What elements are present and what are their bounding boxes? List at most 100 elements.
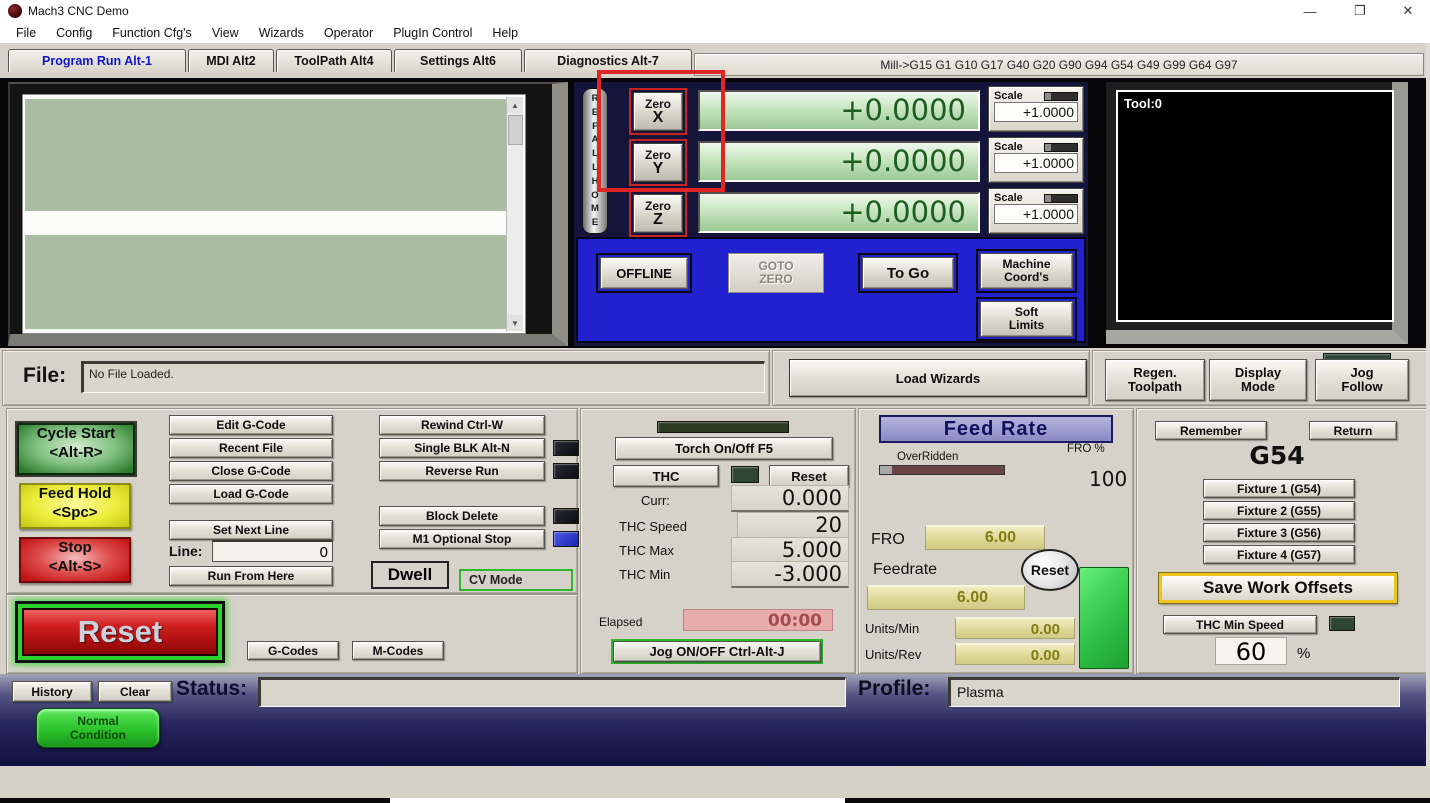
scale-x-bar bbox=[1044, 92, 1078, 101]
fixture-4-button[interactable]: Fixture 4 (G57) bbox=[1203, 545, 1355, 564]
current-fixture-value: G54 bbox=[1249, 441, 1305, 470]
fro-reset-button[interactable]: Reset bbox=[1021, 549, 1079, 591]
file-name-field[interactable]: No File Loaded. bbox=[81, 361, 765, 393]
reverse-run-button[interactable]: Reverse Run bbox=[379, 461, 545, 481]
jog-follow-button[interactable]: Jog Follow bbox=[1315, 359, 1409, 401]
bottom-strip bbox=[0, 766, 1430, 803]
single-blk-button[interactable]: Single BLK Alt-N bbox=[379, 438, 545, 458]
dro-x-value[interactable]: +0.0000 bbox=[698, 90, 980, 131]
menu-view[interactable]: View bbox=[202, 26, 249, 40]
scroll-thumb[interactable] bbox=[508, 115, 523, 145]
thc-min-speed-value[interactable]: 60 bbox=[1215, 637, 1287, 666]
remember-button[interactable]: Remember bbox=[1155, 421, 1267, 440]
normal-condition-button[interactable]: Normal Condition bbox=[36, 708, 160, 748]
restore-icon[interactable]: ❐ bbox=[1340, 0, 1380, 22]
reset-button[interactable]: Reset bbox=[15, 601, 225, 663]
thc-min-speed-button[interactable]: THC Min Speed bbox=[1163, 615, 1317, 634]
scroll-down-icon[interactable]: ▼ bbox=[507, 315, 523, 331]
thc-button[interactable]: THC bbox=[613, 465, 719, 487]
thc-min-value[interactable]: -3.000 bbox=[731, 561, 849, 588]
scale-x-value[interactable]: +1.0000 bbox=[994, 102, 1078, 122]
gcode-scrollbar[interactable]: ▲ ▼ bbox=[506, 97, 523, 331]
recent-file-button[interactable]: Recent File bbox=[169, 438, 333, 458]
scale-z-value[interactable]: +1.0000 bbox=[994, 204, 1078, 224]
scale-x[interactable]: Scale +1.0000 bbox=[988, 86, 1084, 132]
g-codes-button[interactable]: G-Codes bbox=[247, 641, 339, 660]
tab-toolpath[interactable]: ToolPath Alt4 bbox=[276, 49, 392, 72]
thc-speed-value[interactable]: 20 bbox=[737, 512, 849, 539]
thc-led bbox=[731, 466, 759, 483]
scale-y[interactable]: Scale +1.0000 bbox=[988, 137, 1084, 183]
regen-toolpath-button[interactable]: Regen. Toolpath bbox=[1105, 359, 1205, 401]
clear-button[interactable]: Clear bbox=[98, 681, 172, 702]
fro-value[interactable]: 6.00 bbox=[925, 525, 1045, 550]
scale-z-bar bbox=[1044, 194, 1078, 203]
gcode-block-upper bbox=[25, 99, 509, 211]
machine-coords-button[interactable]: Machine Coord's bbox=[976, 249, 1077, 293]
load-gcode-button[interactable]: Load G-Code bbox=[169, 484, 333, 504]
goto-zero-button[interactable]: GOTO ZERO bbox=[728, 253, 824, 293]
load-wizards-button[interactable]: Load Wizards bbox=[789, 359, 1087, 397]
scale-y-value[interactable]: +1.0000 bbox=[994, 153, 1078, 173]
thc-reset-button[interactable]: Reset bbox=[769, 465, 849, 487]
scale-z[interactable]: Scale +1.0000 bbox=[988, 188, 1084, 234]
scroll-up-icon[interactable]: ▲ bbox=[507, 97, 523, 113]
tab-settings[interactable]: Settings Alt6 bbox=[394, 49, 522, 72]
thc-max-value[interactable]: 5.000 bbox=[731, 537, 849, 564]
stop-button[interactable]: Stop <Alt-S> bbox=[19, 537, 131, 583]
history-button[interactable]: History bbox=[12, 681, 92, 702]
display-mode-button[interactable]: Display Mode bbox=[1209, 359, 1307, 401]
single-blk-led bbox=[553, 440, 579, 456]
fixture-1-button[interactable]: Fixture 1 (G54) bbox=[1203, 479, 1355, 498]
minimize-icon[interactable]: — bbox=[1290, 0, 1330, 22]
m-codes-button[interactable]: M-Codes bbox=[352, 641, 444, 660]
file-label: File: bbox=[23, 364, 67, 387]
bottom-edge-left bbox=[0, 798, 390, 803]
tab-mdi[interactable]: MDI Alt2 bbox=[188, 49, 274, 72]
offline-button[interactable]: OFFLINE bbox=[596, 253, 692, 293]
dwell-indicator: Dwell bbox=[371, 561, 449, 589]
dro-y-value[interactable]: +0.0000 bbox=[698, 141, 980, 182]
toolpath-display[interactable]: Tool:0 bbox=[1116, 90, 1394, 322]
to-go-button[interactable]: To Go bbox=[858, 253, 958, 293]
edit-gcode-button[interactable]: Edit G-Code bbox=[169, 415, 333, 435]
tab-program-run[interactable]: Program Run Alt-1 bbox=[8, 49, 186, 72]
zero-z-button[interactable]: Zero Z bbox=[629, 190, 687, 237]
menu-config[interactable]: Config bbox=[46, 26, 102, 40]
cycle-start-button[interactable]: Cycle Start <Alt-R> bbox=[17, 423, 135, 475]
fixture-3-button[interactable]: Fixture 3 (G56) bbox=[1203, 523, 1355, 542]
return-button[interactable]: Return bbox=[1309, 421, 1397, 440]
close-gcode-button[interactable]: Close G-Code bbox=[169, 461, 333, 481]
set-next-line-button[interactable]: Set Next Line bbox=[169, 520, 333, 540]
gcode-list[interactable]: ▲ ▼ bbox=[22, 94, 526, 334]
fixture-2-button[interactable]: Fixture 2 (G55) bbox=[1203, 501, 1355, 520]
feed-hold-button[interactable]: Feed Hold <Spc> bbox=[19, 483, 131, 529]
line-number-field[interactable]: 0 bbox=[212, 540, 333, 562]
soft-limits-button[interactable]: Soft Limits bbox=[976, 297, 1077, 341]
menu-help[interactable]: Help bbox=[482, 26, 528, 40]
close-icon[interactable]: ✕ bbox=[1388, 0, 1428, 22]
rewind-button[interactable]: Rewind Ctrl-W bbox=[379, 415, 545, 435]
thc-speed-label: THC Speed bbox=[619, 519, 687, 534]
menu-operator[interactable]: Operator bbox=[314, 26, 383, 40]
menu-wizards[interactable]: Wizards bbox=[249, 26, 314, 40]
menu-function-cfgs[interactable]: Function Cfg's bbox=[102, 26, 202, 40]
run-from-here-button[interactable]: Run From Here bbox=[169, 566, 333, 586]
status-field[interactable] bbox=[258, 677, 846, 707]
jog-on-off-button[interactable]: Jog ON/OFF Ctrl-Alt-J bbox=[611, 639, 823, 664]
menu-file[interactable]: File bbox=[6, 26, 46, 40]
feedrate-label: Feedrate bbox=[873, 561, 938, 578]
profile-field[interactable]: Plasma bbox=[948, 677, 1400, 707]
annotation-rectangle bbox=[597, 70, 725, 192]
menu-plugin-control[interactable]: PlugIn Control bbox=[383, 26, 482, 40]
save-work-offsets-button[interactable]: Save Work Offsets bbox=[1158, 572, 1398, 604]
right-window-edge bbox=[1426, 43, 1430, 766]
reverse-run-led bbox=[553, 463, 579, 479]
tab-diagnostics[interactable]: Diagnostics Alt-7 bbox=[524, 49, 692, 72]
dro-z-value[interactable]: +0.0000 bbox=[698, 192, 980, 233]
torch-on-off-button[interactable]: Torch On/Off F5 bbox=[615, 437, 833, 460]
fro-label: FRO bbox=[871, 531, 905, 548]
m1-optional-stop-button[interactable]: M1 Optional Stop bbox=[379, 529, 545, 549]
curr-value[interactable]: 0.000 bbox=[731, 485, 849, 512]
block-delete-button[interactable]: Block Delete bbox=[379, 506, 545, 526]
